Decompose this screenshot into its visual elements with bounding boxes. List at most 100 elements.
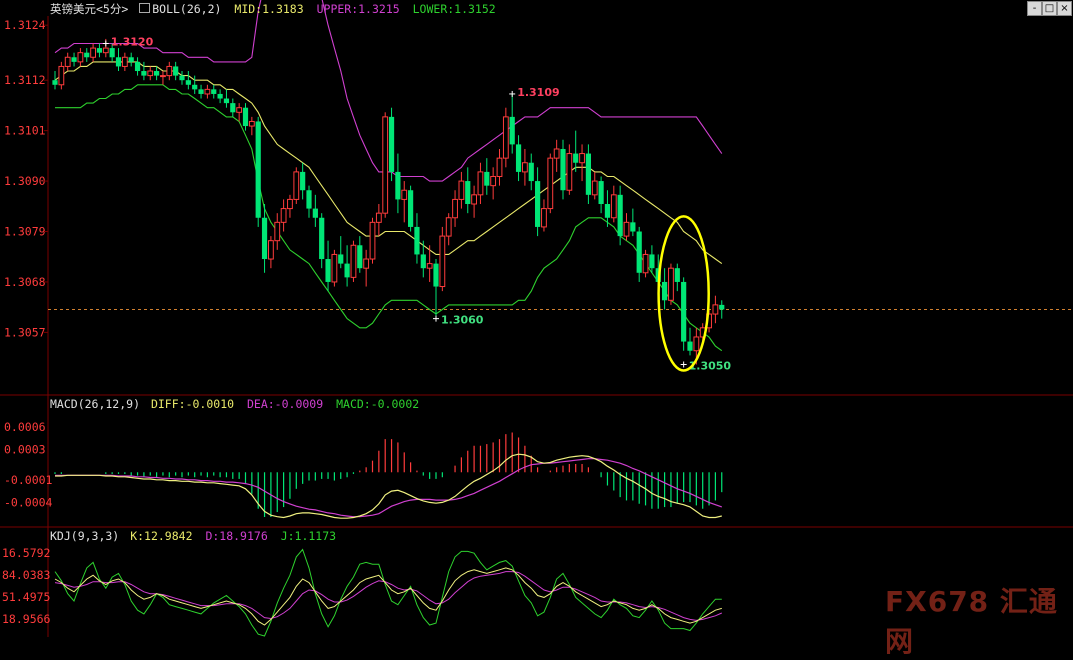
candle-body <box>433 263 439 287</box>
kdj-j-value: J:1.1173 <box>280 529 337 543</box>
boll-upper-value: UPPER:1.3215 <box>316 2 400 16</box>
macd-diff-value: DIFF:-0.0010 <box>150 397 235 411</box>
kdj-label[interactable]: KDJ(9,3,3) <box>50 529 119 543</box>
candle-body <box>230 103 236 113</box>
candle-body <box>242 107 249 127</box>
candle-body <box>331 253 338 283</box>
candle-body <box>217 93 223 99</box>
macd-lines <box>55 453 722 519</box>
candle-body <box>662 281 668 301</box>
kdj-tick-label: 84.0383 <box>2 568 51 582</box>
price-tick-label: 1.3112 <box>4 73 46 87</box>
candle-body <box>693 336 700 352</box>
macd-label[interactable]: MACD(26,12,9) <box>50 397 140 411</box>
boll-mid-value: MID:1.3183 <box>234 2 304 16</box>
candle-body <box>649 254 655 269</box>
candle-body <box>585 153 591 195</box>
symbol-name[interactable]: 英镑美元 <box>50 2 96 16</box>
candle-body <box>452 198 458 219</box>
price-tick-label: 1.3090 <box>4 174 46 188</box>
candle-body <box>185 80 191 85</box>
candle-body <box>300 171 306 191</box>
candle-body <box>96 48 103 53</box>
macd-tick-label: 0.0006 <box>4 420 46 434</box>
kdj-header: KDJ(9,3,3) K:12.9842 D:18.9176 J:1.1173 <box>50 529 336 543</box>
candle-body <box>541 208 547 228</box>
candle-body <box>71 57 77 62</box>
candle-body <box>687 341 693 351</box>
candle-body <box>535 181 541 227</box>
candle-body <box>198 89 204 94</box>
candle-body <box>121 56 128 67</box>
annotation-label: 1.3060 <box>441 314 484 327</box>
candle-body <box>255 121 261 218</box>
candle-body <box>623 221 630 237</box>
boll-label[interactable]: BOLL(26,2) <box>152 2 221 16</box>
candle-body <box>445 217 452 237</box>
candle-body <box>591 180 598 196</box>
kdj-d-value: D:18.9176 <box>205 529 268 543</box>
macd-tick-label: -0.0001 <box>4 473 53 487</box>
candle-body <box>134 61 141 72</box>
macd-dea-value: DEA:-0.0009 <box>246 397 324 411</box>
candle-body <box>420 254 426 269</box>
candle-body <box>401 189 408 200</box>
kdj-k-value: K:12.9842 <box>130 529 193 543</box>
candle-body <box>173 66 179 76</box>
annotation-label: 1.3109 <box>517 86 559 99</box>
macd-tick-label: -0.0004 <box>4 495 53 509</box>
candle-body <box>477 171 484 196</box>
candle-body <box>280 208 287 223</box>
macd-axis: 0.0006 0.0003 -0.0001 -0.0004 <box>4 420 53 509</box>
candle-body <box>223 98 230 104</box>
candle-body <box>128 57 134 62</box>
candle-body <box>306 190 312 209</box>
candle-body <box>350 244 357 278</box>
candle-body <box>408 190 414 227</box>
candle-body <box>426 263 433 269</box>
candle-body <box>490 175 497 187</box>
candle-body <box>84 52 90 58</box>
price-axis: 1.3124 1.3112 1.3101 1.3090 1.3079 1.3068 1.30… <box>4 18 1073 339</box>
price-tick-label: 1.3124 <box>4 18 46 32</box>
candle-body <box>204 88 211 95</box>
candle-body <box>268 240 274 260</box>
candle-body <box>312 208 318 218</box>
candle-body <box>566 153 573 191</box>
macd-dea-line <box>55 458 722 518</box>
kdj-axis: 16.5792 84.0383 51.4975 18.9566 <box>2 546 51 626</box>
candle-body <box>102 47 109 54</box>
candle-body <box>319 217 325 260</box>
candle-body <box>674 268 680 282</box>
candle-body <box>248 120 255 127</box>
candlesticks <box>52 38 725 365</box>
candle-body <box>414 226 420 255</box>
macd-macd-value: MACD:-0.0002 <box>336 397 420 411</box>
candle-body <box>636 231 642 273</box>
close-button[interactable]: × <box>1057 1 1072 16</box>
candle-body <box>325 259 331 282</box>
candle-body <box>471 194 478 205</box>
candle-body <box>52 80 58 85</box>
macd-header: MACD(26,12,9) DIFF:-0.0010 DEA:-0.0009 M… <box>50 397 419 411</box>
candle-body <box>439 235 446 288</box>
candle-body <box>363 258 370 269</box>
candle-body <box>388 116 395 172</box>
candle-body <box>179 75 185 81</box>
candle-body <box>560 148 566 191</box>
macd-histogram <box>54 432 723 518</box>
candle-body <box>547 157 554 210</box>
maximize-button[interactable]: □ <box>1042 1 1057 16</box>
minimize-button[interactable]: - <box>1027 1 1042 16</box>
candle-body <box>261 217 268 260</box>
candle-body <box>338 254 344 264</box>
candle-body <box>553 148 560 159</box>
kdj-tick-label: 51.4975 <box>2 590 50 604</box>
period-label[interactable]: <5分> <box>96 2 128 16</box>
candle-body <box>211 89 217 94</box>
kdj-tick-label: 18.9566 <box>2 612 51 626</box>
candle-body <box>642 253 649 274</box>
price-tick-label: 1.3068 <box>4 275 46 289</box>
kdj-lines <box>54 548 723 637</box>
candle-body <box>496 157 503 177</box>
